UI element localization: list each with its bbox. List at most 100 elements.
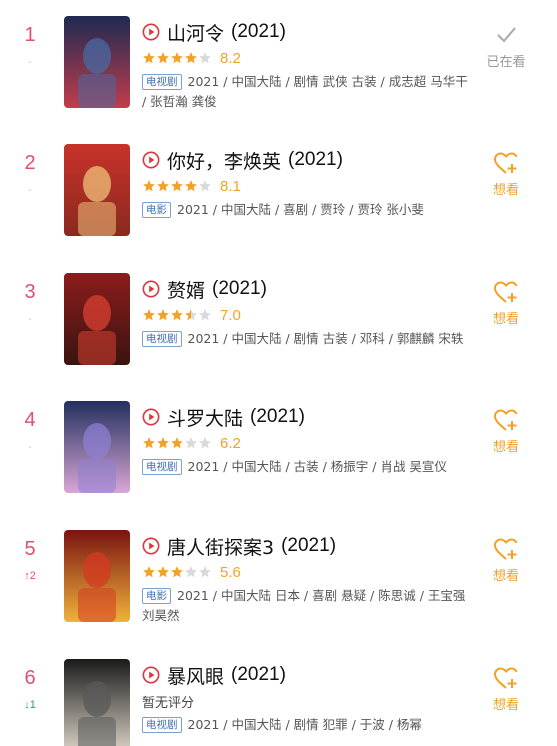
heart-plus-icon (493, 409, 518, 431)
rating-row: 7.0 (142, 305, 241, 325)
want-to-watch-button[interactable]: 想看 (478, 407, 534, 455)
action-label: 想看 (492, 440, 519, 455)
star-rating (142, 51, 212, 65)
movie-year: (2021) (231, 21, 286, 42)
star-icon (143, 437, 155, 449)
type-badge: 电视剧 (142, 74, 182, 90)
rank-change: ↑2 (24, 570, 36, 582)
play-circle-icon[interactable] (142, 280, 160, 298)
list-item[interactable]: 4 - 斗罗大陆 (2021) 6.2 电视剧 2021 / 中国大陆 / 古装 / 杨振宇… (0, 385, 557, 513)
movie-meta: 电影 2021 / 中国大陆 日本 / 喜剧 悬疑 / 陈思诚 / 王宝强 刘昊然 (142, 586, 472, 626)
rank-change: - (28, 441, 32, 453)
rating-row: 8.1 (142, 176, 241, 196)
list-item[interactable]: 2 - 你好，李焕英 (2021) 8.1 电影 2021 / 中国大陆 / 喜剧 / 贾玲… (0, 128, 557, 256)
star-icon (171, 52, 183, 64)
play-circle-icon[interactable] (142, 666, 160, 684)
play-circle-icon[interactable] (142, 408, 160, 426)
rank-change: - (28, 56, 32, 68)
want-to-watch-button[interactable]: 想看 (478, 150, 534, 198)
play-circle-icon[interactable] (142, 151, 160, 169)
rank-number: 3 (24, 281, 36, 303)
ranking-list: 1- 山河令 (2021) 8.2 电视剧 2021 / 中国大陆 / 剧情 武侠 古装 … (0, 0, 557, 746)
list-item[interactable]: 5 ↑2 唐人街探案3 (2021) 5.6 电影 2021 / 中国大陆 日本 / 喜剧 … (0, 514, 557, 642)
star-icon (185, 180, 197, 192)
poster-image[interactable] (64, 273, 130, 365)
movie-title[interactable]: 山河令 (167, 19, 224, 46)
movie-year: (2021) (212, 278, 267, 299)
title-row: 山河令 (2021) (142, 18, 286, 46)
action-label: 想看 (492, 569, 519, 584)
watching-button[interactable]: 已在看 (478, 22, 534, 70)
meta-text: 2021 / 中国大陆 / 古装 / 杨振宇 / 肖战 吴宣仪 (187, 459, 447, 474)
want-to-watch-button[interactable]: 想看 (478, 665, 534, 713)
type-badge: 电视剧 (142, 717, 182, 733)
list-item[interactable]: 6 ↓1 暴风眼 (2021) 暂无评分电视剧 2021 / 中国大陆 / 剧情 犯罪 /… (0, 643, 557, 746)
movie-meta: 电视剧 2021 / 中国大陆 / 剧情 武侠 古装 / 成志超 马华干 / 张哲… (142, 72, 472, 112)
rating-row: 暂无评分 (142, 691, 194, 711)
rating-score: 8.2 (220, 49, 241, 67)
rating-score: 8.1 (220, 177, 241, 195)
title-row: 赘婿 (2021) (142, 275, 267, 303)
meta-text: 2021 / 中国大陆 / 剧情 武侠 古装 / 成志超 马华干 / 张哲瀚 龚… (142, 74, 468, 109)
title-row: 你好，李焕英 (2021) (142, 146, 343, 174)
star-icon (185, 437, 197, 449)
poster-image[interactable] (64, 401, 130, 493)
play-circle-icon[interactable] (142, 537, 160, 555)
movie-year: (2021) (288, 149, 343, 170)
rank-number: 5 (24, 538, 36, 560)
rank-number: 1 (24, 24, 36, 46)
movie-meta: 电影 2021 / 中国大陆 / 喜剧 / 贾玲 / 贾玲 张小斐 (142, 200, 472, 220)
movie-title[interactable]: 暴风眼 (167, 662, 224, 689)
heart-plus-icon (493, 667, 518, 689)
play-circle-icon[interactable] (142, 23, 160, 41)
list-item[interactable]: 1 - 山河令 (2021) 8.2 电视剧 2021 / 中国大陆 / 剧情 武侠 古装 … (0, 0, 557, 128)
movie-year: (2021) (231, 664, 286, 685)
movie-year: (2021) (250, 406, 305, 427)
meta-text: 2021 / 中国大陆 日本 / 喜剧 悬疑 / 陈思诚 / 王宝强 刘昊然 (142, 588, 466, 623)
rank-number: 6 (24, 667, 36, 689)
rating-score: 7.0 (220, 306, 241, 324)
star-rating (142, 565, 212, 579)
rating-score: 5.6 (220, 563, 241, 581)
movie-title[interactable]: 你好，李焕英 (167, 147, 281, 174)
poster-image[interactable] (64, 144, 130, 236)
want-to-watch-button[interactable]: 想看 (478, 279, 534, 327)
movie-title[interactable]: 唐人街探案3 (167, 533, 274, 560)
type-badge: 电影 (142, 588, 171, 604)
poster-image[interactable] (64, 530, 130, 622)
rank-change: - (28, 313, 32, 325)
action-label: 已在看 (486, 55, 526, 70)
no-rating-text: 暂无评分 (142, 695, 195, 711)
rating-score: 6.2 (220, 434, 241, 452)
movie-meta: 电视剧 2021 / 中国大陆 / 剧情 古装 / 邓科 / 郭麒麟 宋轶 (142, 329, 472, 349)
movie-title[interactable]: 赘婿 (167, 276, 205, 303)
movie-meta: 电视剧 2021 / 中国大陆 / 古装 / 杨振宇 / 肖战 吴宣仪 (142, 457, 472, 477)
action-label: 想看 (492, 183, 519, 198)
title-row: 暴风眼 (2021) (142, 661, 286, 689)
heart-plus-icon (493, 152, 518, 174)
rank-change: - (28, 184, 32, 196)
rating-row: 6.2 (142, 433, 241, 453)
rank-change: ↓1 (24, 699, 36, 711)
action-label: 想看 (492, 312, 519, 327)
want-to-watch-button[interactable]: 想看 (478, 536, 534, 584)
poster-image[interactable] (64, 16, 130, 108)
star-icon (157, 52, 169, 64)
heart-plus-icon (493, 538, 518, 560)
movie-meta: 电视剧 2021 / 中国大陆 / 剧情 犯罪 / 于波 / 杨幂 (142, 715, 472, 735)
list-item[interactable]: 3 - 赘婿 (2021) 7.0 电视剧 2021 / 中国大陆 / 剧情 古装 / 邓科… (0, 257, 557, 385)
meta-text: 2021 / 中国大陆 / 喜剧 / 贾玲 / 贾玲 张小斐 (177, 202, 424, 217)
title-row: 唐人街探案3 (2021) (142, 532, 336, 560)
star-icon (171, 309, 183, 321)
star-icon (143, 180, 155, 192)
movie-title[interactable]: 斗罗大陆 (167, 404, 243, 431)
star-icon (171, 566, 183, 578)
star-icon (143, 52, 155, 64)
type-badge: 电影 (142, 202, 171, 218)
poster-image[interactable] (64, 659, 130, 746)
meta-text: 2021 / 中国大陆 / 剧情 犯罪 / 于波 / 杨幂 (187, 717, 422, 732)
star-icon (157, 566, 169, 578)
star-icon (157, 437, 169, 449)
title-row: 斗罗大陆 (2021) (142, 403, 305, 431)
star-icon (185, 52, 197, 64)
